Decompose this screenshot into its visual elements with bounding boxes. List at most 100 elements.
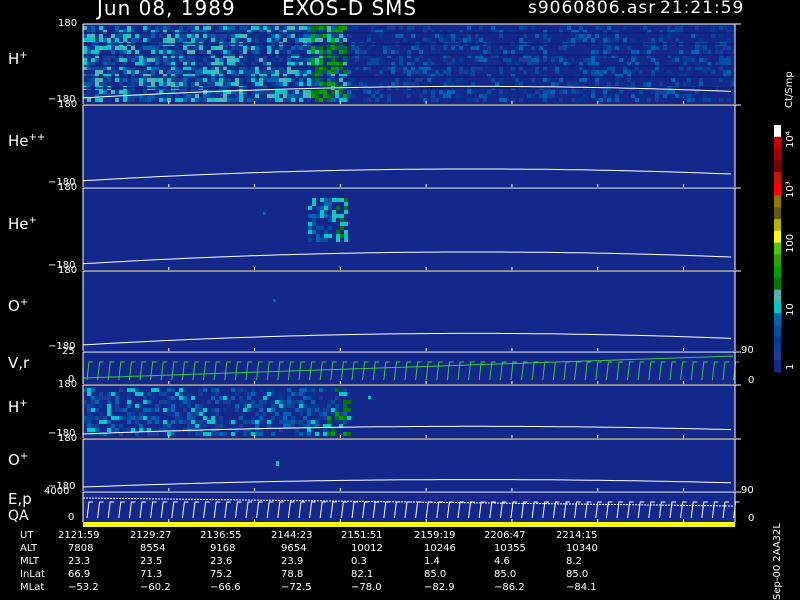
pixel: [87, 90, 91, 94]
pixel: [675, 26, 679, 30]
colorbar-swatch: [774, 313, 781, 326]
pixel: [543, 38, 547, 42]
pixel: [103, 78, 107, 82]
pixel: [343, 46, 347, 50]
pixel: [379, 70, 383, 74]
pixel: [139, 392, 143, 396]
pixel: [239, 388, 243, 392]
pixel: [119, 90, 123, 94]
pixel: [695, 26, 699, 30]
pixel: [207, 94, 211, 98]
pixel: [259, 400, 263, 404]
pixel: [283, 412, 287, 416]
pixel: [539, 46, 543, 50]
table-cell: 4.6: [494, 556, 510, 567]
pixel: [279, 416, 283, 420]
pixel: [147, 432, 151, 436]
pixel: [603, 90, 607, 94]
pixel: [127, 94, 131, 98]
pixel: [351, 46, 355, 50]
pixel: [483, 50, 487, 54]
pixel: [83, 26, 87, 30]
pixel: [615, 94, 619, 98]
pixel: [355, 58, 359, 62]
pixel: [167, 412, 171, 416]
pixel: [339, 34, 343, 38]
pixel: [255, 70, 259, 74]
pixel: [447, 34, 451, 38]
pixel: [87, 408, 91, 412]
pixel: [343, 392, 347, 396]
pixel: [291, 98, 295, 102]
pixel: [303, 46, 307, 50]
pixel: [187, 400, 191, 404]
pixel: [631, 58, 635, 62]
ion-charge: +: [19, 397, 28, 409]
pixel: [647, 46, 651, 50]
pixel: [543, 90, 547, 94]
pixel: [271, 26, 275, 30]
pixel: [447, 90, 451, 94]
pixel: [223, 26, 227, 30]
pixel: [427, 58, 431, 62]
pixel: [311, 34, 315, 38]
pixel: [439, 34, 443, 38]
pixel: [639, 70, 643, 74]
pixel: [355, 50, 359, 54]
pixel: [103, 94, 107, 98]
pixel: [331, 90, 335, 94]
pixel: [287, 392, 291, 396]
pixel: [235, 408, 239, 412]
pixel: [151, 78, 155, 82]
pixel: [179, 404, 183, 408]
pixel: [299, 38, 303, 42]
pixel: [211, 98, 215, 102]
pixel: [183, 78, 187, 82]
table-cell: 66.9: [68, 569, 91, 580]
pixel: [327, 420, 331, 424]
pixel: [479, 26, 483, 30]
pixel: [331, 408, 335, 412]
pixel: [175, 82, 179, 86]
ion-name: He: [8, 215, 29, 233]
pixel: [723, 58, 727, 62]
pixel: [255, 38, 259, 42]
pixel: [207, 400, 211, 404]
pixel: [595, 34, 599, 38]
pixel: [307, 34, 311, 38]
pixel: [199, 98, 203, 102]
pixel: [351, 26, 355, 30]
pixel: [379, 58, 383, 62]
pixel: [623, 70, 627, 74]
pixel: [159, 70, 163, 74]
pixel: [247, 404, 251, 408]
pixel: [187, 98, 191, 102]
pixel: [247, 408, 251, 412]
pixel: [307, 82, 311, 86]
pixel: [259, 98, 263, 102]
pixel: [479, 58, 483, 62]
pixel: [719, 78, 723, 82]
pixel: [595, 50, 599, 54]
pixel: [599, 26, 603, 30]
pixel: [155, 46, 159, 50]
pixel: [231, 432, 235, 436]
pixel: [283, 82, 287, 86]
pixel: [651, 58, 655, 62]
pixel: [227, 50, 231, 54]
pixel: [647, 82, 651, 86]
pixel: [723, 46, 727, 50]
pixel: [119, 82, 123, 86]
pixel: [215, 408, 219, 412]
pixel: [395, 50, 399, 54]
pixel: [143, 98, 147, 102]
pixel: [499, 90, 503, 94]
pixel: [615, 46, 619, 50]
pixel: [395, 34, 399, 38]
pixel: [275, 400, 279, 404]
pixel: [219, 396, 223, 400]
pixel: [351, 94, 355, 98]
pixel: [103, 82, 107, 86]
pixel: [335, 26, 339, 30]
pixel: [99, 34, 103, 38]
